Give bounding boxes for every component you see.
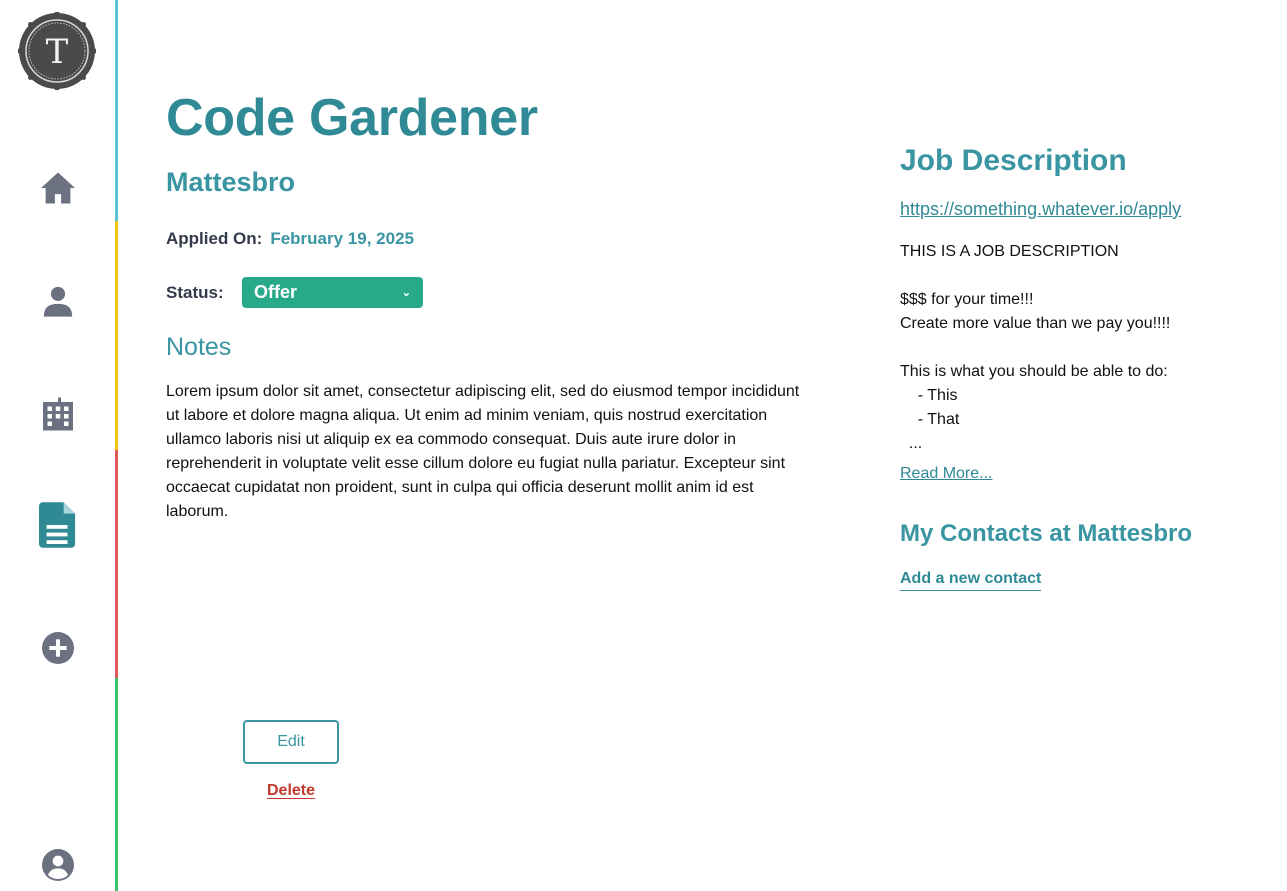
- svg-text:T: T: [46, 32, 69, 72]
- home-icon[interactable]: [38, 168, 78, 208]
- company-name: Mattesbro: [166, 167, 296, 197]
- applied-on-label: Applied On:: [166, 229, 263, 248]
- add-contact-link[interactable]: Add a new contact: [900, 570, 1042, 591]
- sidebar-color-border: [115, 0, 118, 891]
- border-segment-green: [115, 678, 118, 891]
- contacts-heading: My Contacts at Mattesbro: [900, 520, 1193, 547]
- document-icon[interactable]: [38, 502, 78, 548]
- edit-button[interactable]: Edit: [243, 720, 339, 764]
- building-icon[interactable]: [38, 394, 78, 434]
- job-title: Code Gardener: [166, 89, 538, 147]
- add-circle-icon[interactable]: [38, 628, 78, 668]
- account-circle-icon[interactable]: [38, 845, 78, 885]
- notes-heading: Notes: [166, 333, 232, 361]
- notes-text: Lorem ipsum dolor sit amet, consectetur …: [166, 383, 800, 520]
- status-select[interactable]: Offer ⌄: [242, 277, 423, 308]
- status-value: Offer: [254, 282, 298, 302]
- applied-on-row: Applied On: February 19, 2025: [166, 229, 414, 249]
- job-description-heading: Job Description: [900, 144, 1127, 177]
- job-description-url-link[interactable]: https://something.whatever.io/apply: [900, 199, 1181, 220]
- delete-link[interactable]: Delete: [267, 782, 315, 800]
- applied-on-date: February 19, 2025: [270, 229, 414, 248]
- read-more-link[interactable]: Read More...: [900, 465, 992, 483]
- border-segment-red: [115, 450, 118, 678]
- logo-seal-icon[interactable]: T: [17, 11, 97, 91]
- job-description-text: THIS IS A JOB DESCRIPTION $$$ for your t…: [900, 243, 1171, 452]
- border-segment-blue: [115, 0, 118, 221]
- status-row: Status: Offer ⌄: [166, 277, 423, 308]
- border-segment-yellow: [115, 221, 118, 450]
- sidebar: T: [0, 0, 115, 891]
- person-icon[interactable]: [38, 281, 78, 321]
- status-label: Status:: [166, 282, 224, 302]
- chevron-down-icon: ⌄: [401, 287, 411, 299]
